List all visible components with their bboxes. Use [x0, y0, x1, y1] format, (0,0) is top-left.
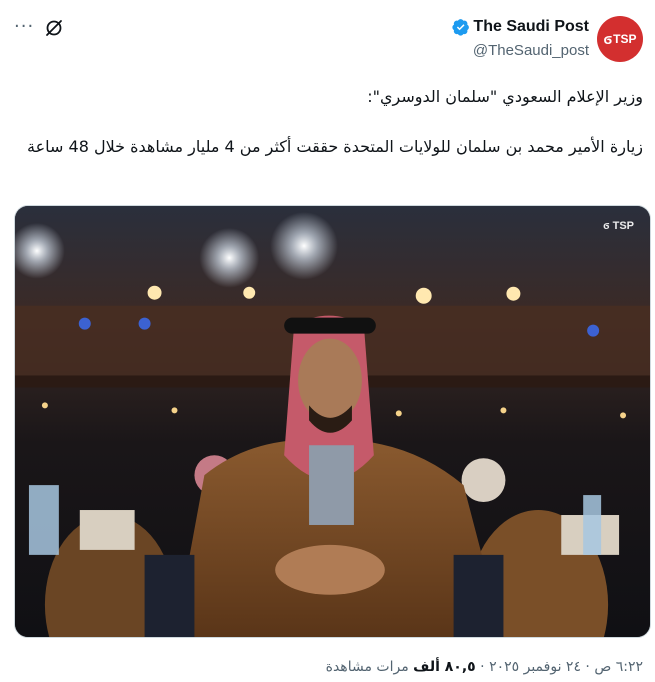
watermark: ϭ TSP: [603, 220, 634, 232]
avatar[interactable]: ϭ TSP: [597, 16, 643, 62]
display-name[interactable]: The Saudi Post: [473, 18, 589, 36]
meta-separator-2: ·: [480, 659, 485, 675]
meta-separator: ·: [585, 659, 590, 675]
tsp-logo-icon: ϭ: [603, 30, 613, 48]
grok-icon[interactable]: [44, 18, 64, 38]
views-label: مرات مشاهدة: [325, 659, 409, 675]
photo-scene: [15, 206, 650, 637]
post-date[interactable]: ٢٤ نوفمبر ٢٠٢٥: [489, 659, 581, 675]
views-count: ٨٠,٥ ألف: [413, 659, 476, 675]
tweet-photo[interactable]: ϭ TSP: [14, 205, 651, 638]
author-name-row: The Saudi Post: [452, 18, 589, 36]
tweet-meta: ٦:٢٢ ص · ٢٤ نوفمبر ٢٠٢٥ · ٨٠,٥ ألف مرات …: [326, 659, 643, 675]
verified-badge-icon: [452, 19, 470, 36]
more-options-icon[interactable]: ···: [14, 18, 34, 36]
handle[interactable]: @TheSaudi_post: [473, 42, 589, 59]
tweet-header: ··· ϭ TSP The Saudi Post @TheSaudi_post: [0, 14, 655, 64]
tweet-line-2: زيارة الأمير محمد بن سلمان للولايات المت…: [27, 137, 643, 156]
watermark-text: TSP: [612, 220, 634, 232]
post-time[interactable]: ٦:٢٢ ص: [594, 659, 643, 675]
tweet-line-1: وزير الإعلام السعودي "سلمان الدوسري":: [367, 87, 643, 106]
tsp-watermark-icon: ϭ: [603, 220, 610, 232]
avatar-text: TSP: [613, 32, 637, 46]
tweet-text: وزير الإعلام السعودي "سلمان الدوسري": زي…: [13, 84, 643, 159]
